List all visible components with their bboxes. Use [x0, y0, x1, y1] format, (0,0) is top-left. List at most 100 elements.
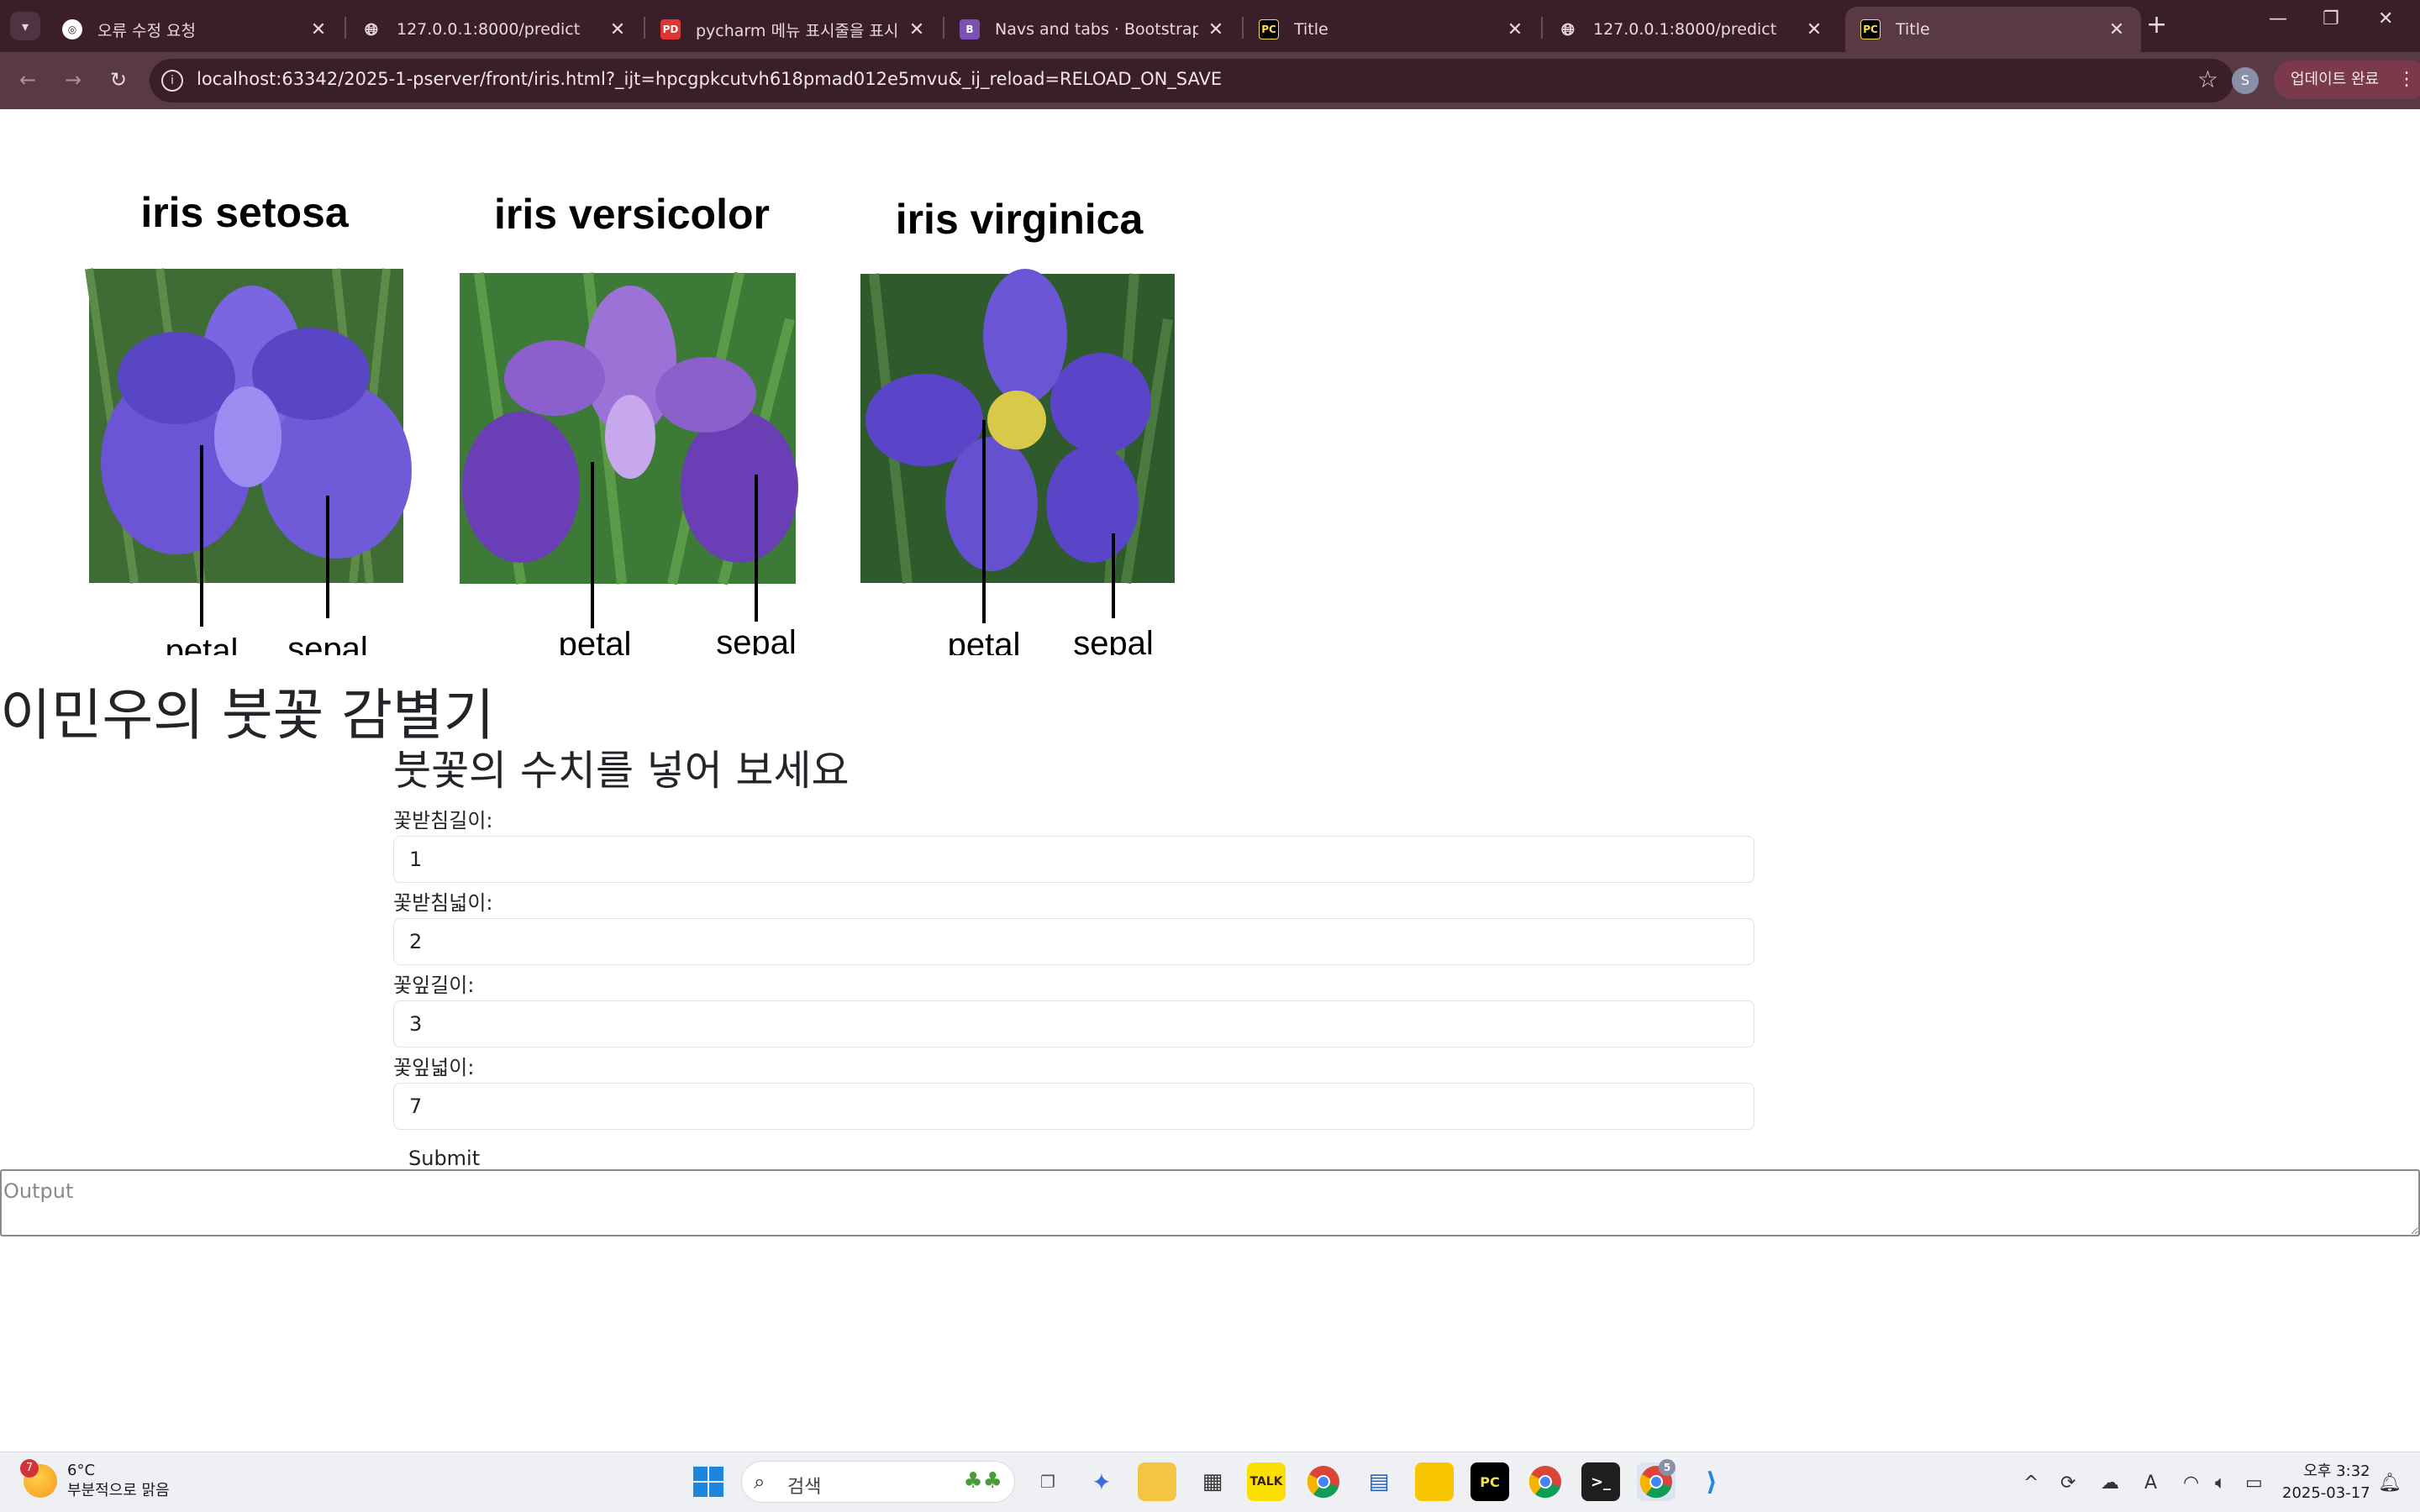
close-tab-icon[interactable]: ✕: [1207, 19, 1225, 40]
tab-title: 127.0.0.1:8000/predict: [1593, 20, 1777, 39]
browser-tab[interactable]: 🌐︎ 127.0.0.1:8000/predict ✕: [346, 7, 642, 52]
iris-form: 붓꽃의 수치를 넣어 보세요 꽃받침길이: 꽃받침넓이: 꽃잎길이: 꽃잎넓이:…: [393, 738, 1754, 1170]
sync-icon[interactable]: ⟳: [2060, 1473, 2075, 1494]
taskbar-search[interactable]: ⌕ 검색 ♣♣: [741, 1461, 1015, 1503]
petal-length-input[interactable]: [393, 1000, 1754, 1047]
vscode-icon[interactable]: ⟩: [1692, 1462, 1731, 1501]
pdf-icon: PD: [660, 19, 681, 39]
tab-strip: ▾ ◎ 오류 수정 요청 ✕ 🌐︎ 127.0.0.1:8000/predict…: [0, 0, 2420, 52]
sepal-label: sepal: [1073, 625, 1154, 655]
back-arrow-icon[interactable]: ←: [13, 66, 42, 94]
new-tab-button[interactable]: +: [2146, 10, 2167, 39]
search-icon: ⌕: [754, 1470, 765, 1494]
weather-widget[interactable]: 7 6°C 부분적으로 맑음: [20, 1459, 170, 1501]
sepal-length-input[interactable]: [393, 836, 1754, 883]
notification-bell-icon[interactable]: 🔔︎: [2378, 1473, 2402, 1494]
species-name: iris versicolor: [494, 191, 770, 238]
clover-icon: ♣♣: [963, 1468, 1002, 1494]
bookmark-star-icon[interactable]: ☆: [2197, 66, 2218, 93]
site-info-icon[interactable]: i: [161, 70, 183, 92]
iris-versicolor-photo: [460, 271, 798, 585]
close-tab-icon[interactable]: ✕: [608, 19, 627, 40]
petal-label: petal: [948, 627, 1021, 655]
species-name: iris virginica: [896, 196, 1144, 243]
clock-date: 2025-03-17: [2282, 1484, 2370, 1502]
profile-avatar[interactable]: S: [2232, 67, 2259, 94]
chrome-profile-icon[interactable]: [1526, 1462, 1565, 1501]
update-button[interactable]: 업데이트 완료 ⋮: [2274, 60, 2420, 99]
submit-button[interactable]: Submit: [408, 1147, 480, 1170]
forward-arrow-icon[interactable]: →: [59, 66, 87, 94]
document-icon[interactable]: ▤: [1360, 1462, 1398, 1501]
store-icon[interactable]: ▦: [1193, 1462, 1232, 1501]
pycharm-icon: PC: [1259, 19, 1279, 39]
cloud-icon[interactable]: ☁: [2101, 1473, 2119, 1494]
sepal-label: sepal: [287, 631, 368, 655]
more-menu-icon[interactable]: ⋮: [2397, 60, 2416, 99]
tab-title: Title: [1294, 20, 1328, 39]
sepal-length-label: 꽃받침길이:: [393, 809, 493, 832]
close-tab-icon[interactable]: ✕: [1506, 19, 1524, 40]
volume-muted-icon[interactable]: 🔈︎: [2215, 1473, 2226, 1494]
petal-length-label: 꽃잎길이:: [393, 974, 475, 997]
sepal-width-input[interactable]: [393, 918, 1754, 965]
browser-tab[interactable]: B Navs and tabs · Bootstrap v5.0 ✕: [944, 7, 1240, 52]
browser-tab[interactable]: PC Title ✕: [1244, 7, 1539, 52]
reload-icon[interactable]: ↻: [104, 66, 133, 94]
petal-label: petal: [166, 633, 239, 655]
close-tab-icon[interactable]: ✕: [1805, 19, 1823, 40]
weather-description: 부분적으로 맑음: [67, 1482, 170, 1499]
petal-width-input[interactable]: [393, 1083, 1754, 1130]
kakaotalk-icon[interactable]: TALK: [1247, 1462, 1286, 1501]
task-view-icon[interactable]: ❐: [1028, 1462, 1067, 1501]
browser-tab[interactable]: PD pycharm 메뉴 표시줄을 표시하 ✕: [645, 7, 941, 52]
clock-time: 오후 3:32: [2303, 1462, 2370, 1480]
system-clock[interactable]: 오후 3:32 2025-03-17: [2282, 1461, 2370, 1504]
url-text[interactable]: localhost:63342/2025-1-pserver/front/iri…: [197, 69, 1222, 89]
address-bar[interactable]: i localhost:63342/2025-1-pserver/front/i…: [150, 59, 2233, 102]
battery-icon[interactable]: ▭: [2245, 1473, 2263, 1494]
chrome-active-icon[interactable]: 5: [1637, 1459, 1676, 1501]
file-explorer-icon[interactable]: [1138, 1462, 1176, 1501]
browser-tab[interactable]: ◎ 오류 수정 요청 ✕: [47, 7, 343, 52]
minimize-icon[interactable]: —: [2269, 8, 2287, 29]
tab-title: Navs and tabs · Bootstrap v5.0: [995, 20, 1198, 39]
windows-start-icon[interactable]: [689, 1462, 728, 1501]
chrome-icon[interactable]: [1304, 1462, 1343, 1501]
page-content: iris setosa petal sepal iris versicolor: [0, 109, 2420, 1452]
wifi-icon[interactable]: ◠: [2183, 1473, 2199, 1494]
pycharm-taskbar-icon[interactable]: PC: [1470, 1462, 1509, 1501]
update-label: 업데이트 완료: [2291, 71, 2380, 88]
iris-virginica-photo: [860, 269, 1175, 584]
tab-title: pycharm 메뉴 표시줄을 표시하: [696, 21, 899, 40]
chrome-badge: 5: [1659, 1459, 1676, 1476]
sticky-notes-icon[interactable]: [1415, 1462, 1454, 1501]
temperature: 6°C: [67, 1462, 96, 1479]
terminal-icon[interactable]: >_: [1581, 1462, 1620, 1501]
close-window-icon[interactable]: ✕: [2378, 8, 2393, 29]
browser-tab-active[interactable]: PC Title ✕: [1845, 7, 2141, 52]
petal-width-label: 꽃잎넓이:: [393, 1056, 475, 1079]
pycharm-icon: PC: [1860, 19, 1881, 39]
bootstrap-icon: B: [960, 19, 980, 39]
species-name: iris setosa: [140, 189, 350, 236]
petal-label: petal: [559, 626, 632, 655]
close-tab-icon[interactable]: ✕: [309, 19, 328, 40]
restore-icon[interactable]: ❐: [2323, 8, 2339, 29]
weather-sun-icon: 7: [20, 1459, 57, 1498]
sepal-width-label: 꽃받침넓이:: [393, 891, 493, 915]
ime-icon[interactable]: A: [2144, 1473, 2157, 1494]
copilot-icon[interactable]: ✦: [1082, 1462, 1121, 1501]
search-label: 검색: [787, 1477, 822, 1498]
close-tab-icon[interactable]: ✕: [908, 19, 926, 40]
form-subtitle: 붓꽃의 수치를 넣어 보세요: [393, 747, 850, 795]
close-tab-icon[interactable]: ✕: [2107, 19, 2126, 40]
output-textarea[interactable]: [0, 1169, 2420, 1236]
chatgpt-icon: ◎: [62, 19, 82, 39]
chevron-down-icon: ▾: [21, 18, 29, 34]
iris-setosa-photo: [85, 268, 412, 584]
tab-search-button[interactable]: ▾: [10, 12, 40, 40]
browser-tab[interactable]: 🌐︎ 127.0.0.1:8000/predict ✕: [1543, 7, 1839, 52]
globe-icon: 🌐︎: [1561, 19, 1575, 39]
tray-overflow-icon[interactable]: ^: [2023, 1473, 2039, 1494]
